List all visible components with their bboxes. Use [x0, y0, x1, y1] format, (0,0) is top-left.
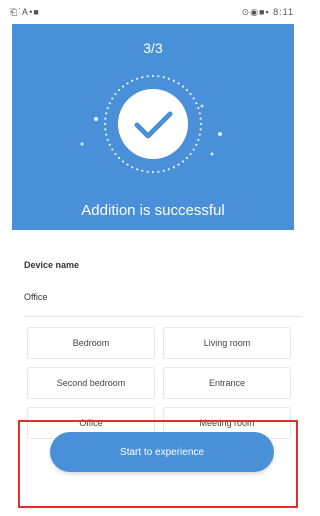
sparkle-dot	[94, 117, 98, 121]
ring-dot	[192, 97, 195, 100]
ring-dot	[181, 160, 185, 163]
start-experience-button[interactable]: Start to experience	[50, 432, 274, 472]
ring-dot	[136, 168, 139, 171]
room-chip-second-bedroom[interactable]: Second bedroom	[27, 367, 155, 399]
ring-dot	[162, 169, 165, 172]
ring-dot	[199, 122, 203, 126]
ring-dot	[195, 102, 198, 105]
status-bar: ⎗˙Ꭺ•■ ⊙◉■▪ 8:11	[0, 0, 304, 24]
ring-dot	[105, 112, 108, 115]
ring-dot	[121, 85, 125, 88]
status-right-icons: ⊙◉■▪ 8:11	[241, 7, 294, 17]
ring-dot	[146, 170, 149, 173]
ring-dot	[117, 88, 121, 92]
ring-dot	[157, 170, 160, 173]
ring-dot	[111, 97, 114, 100]
ring-dot	[141, 76, 144, 79]
ring-dot	[105, 133, 108, 136]
success-message: Addition is successful	[81, 202, 225, 219]
ring-dot	[198, 133, 201, 136]
ring-dot	[104, 117, 107, 120]
ring-dot	[111, 148, 114, 151]
ring-dot	[131, 166, 134, 169]
ring-dot	[189, 92, 192, 96]
ring-dot	[192, 148, 195, 151]
ring-dot	[189, 152, 192, 156]
ring-dot	[167, 77, 170, 80]
ring-dot	[151, 170, 155, 174]
sparkle-dot	[80, 142, 84, 146]
ring-dot	[172, 79, 175, 82]
ring-dot	[108, 102, 111, 105]
status-left-icons: ⎗˙Ꭺ•■	[10, 7, 40, 17]
device-name-label: Device name	[24, 260, 80, 270]
ring-dot	[146, 75, 149, 78]
ring-dot	[114, 92, 117, 96]
ring-dot	[141, 169, 144, 172]
ring-dot	[126, 163, 129, 166]
ring-dot	[117, 156, 121, 160]
ring-dot	[177, 163, 180, 166]
sparkle-dot	[200, 104, 204, 108]
ring-dot	[131, 79, 134, 82]
room-chip-entrance[interactable]: Entrance	[163, 367, 291, 399]
ring-dot	[167, 168, 170, 171]
ring-dot	[195, 143, 198, 146]
ring-dot	[181, 85, 185, 88]
ring-dot	[126, 82, 129, 85]
sparkle-dot	[218, 132, 222, 136]
ring-dot	[172, 166, 175, 169]
ring-dot	[199, 117, 202, 120]
ring-dot	[157, 75, 160, 78]
success-graphic	[80, 74, 222, 174]
ring-dot	[104, 128, 107, 131]
ring-dot	[177, 82, 180, 85]
ring-dot	[106, 138, 109, 141]
ring-dot	[198, 112, 201, 115]
ring-dot	[136, 77, 139, 80]
ring-dot	[151, 74, 155, 78]
ring-dot	[185, 88, 189, 92]
ring-dot	[121, 160, 125, 163]
device-name-input[interactable]: Office	[24, 292, 47, 302]
ring-dot	[197, 138, 200, 141]
ring-dot	[106, 107, 109, 110]
sparkle-dot	[210, 152, 214, 156]
room-chip-bedroom[interactable]: Bedroom	[27, 327, 155, 359]
success-circle	[118, 89, 188, 159]
ring-dot	[114, 152, 117, 156]
ring-dot	[162, 76, 165, 79]
room-chip-living-room[interactable]: Living room	[163, 327, 291, 359]
divider	[24, 316, 300, 317]
ring-dot	[197, 107, 200, 110]
success-banner: 3/3 Addition is successful	[12, 24, 294, 230]
ring-dot	[199, 128, 202, 131]
ring-dot	[108, 143, 111, 146]
ring-dot	[185, 156, 189, 160]
ring-dot	[103, 122, 107, 126]
